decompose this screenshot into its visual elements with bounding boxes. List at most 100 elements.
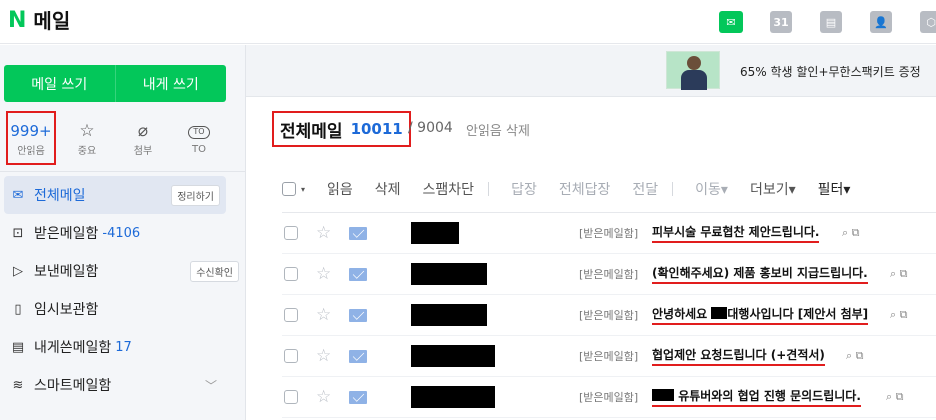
row-tools[interactable]: ⌕ ⧉ bbox=[890, 267, 908, 281]
row-tools[interactable]: ⌕ ⧉ bbox=[890, 308, 908, 322]
organize-button[interactable]: 정리하기 bbox=[171, 184, 220, 206]
ad-person-face bbox=[687, 56, 701, 70]
sidebar-item-all-mail[interactable]: ✉ 전체메일 정리하기 bbox=[4, 176, 226, 214]
calendar-icon: 31 bbox=[770, 11, 792, 33]
row-subject-text: 피부시술 무료협찬 제안드립니다. bbox=[652, 225, 820, 239]
row-checkbox[interactable] bbox=[284, 308, 298, 322]
naver-mail-logo[interactable]: N 메일 bbox=[8, 8, 70, 34]
quick-to[interactable]: TO TO bbox=[174, 111, 224, 165]
sidebar-item-label: 보낸메일함 bbox=[34, 264, 99, 280]
mail-count[interactable]: 10011 bbox=[351, 120, 403, 138]
star-icon[interactable]: ☆ bbox=[316, 387, 334, 407]
star-icon[interactable]: ☆ bbox=[316, 264, 334, 284]
quick-important[interactable]: ☆ 중요 bbox=[62, 111, 112, 165]
select-all-checkbox[interactable] bbox=[282, 182, 296, 196]
unread-count: 999+ bbox=[10, 121, 52, 140]
quick-to-label: TO bbox=[192, 143, 206, 155]
move-dropdown[interactable]: 이동▾ bbox=[695, 179, 728, 199]
envelope-icon[interactable] bbox=[349, 308, 367, 322]
send-icon: ▷ bbox=[13, 263, 23, 279]
memo-app-icon[interactable]: ▤ bbox=[806, 7, 856, 37]
naver-mail-app-icon[interactable]: ✉ bbox=[706, 7, 756, 37]
delete-button[interactable]: 삭제 bbox=[375, 179, 401, 199]
mark-read-button[interactable]: 읽음 bbox=[327, 179, 353, 199]
row-checkbox[interactable] bbox=[284, 226, 298, 240]
table-row[interactable]: ☆ [받은메일함] 유튜버와의 협업 진행 문의드립니다. ⌕ ⧉ bbox=[282, 377, 936, 418]
sidebar-item-label: 내게쓴메일함 bbox=[34, 340, 112, 356]
row-subject-text: (확인해주세요) 제품 홍보비 지급드립니다. bbox=[652, 266, 868, 280]
quick-attachment[interactable]: ⌀ 첨부 bbox=[118, 111, 168, 165]
ad-text: 65% 학생 할인+무한스팩키트 증정 bbox=[740, 65, 921, 79]
row-subject[interactable]: 피부시술 무료협찬 제안드립니다. bbox=[652, 223, 820, 243]
total-count: / 9004 bbox=[408, 120, 453, 136]
naver-logo-icon: N bbox=[8, 8, 27, 33]
sidebar-item-self-mail[interactable]: ▤ 내게쓴메일함 17 bbox=[0, 328, 245, 366]
redacted-block bbox=[711, 307, 728, 319]
folder-nav: ✉ 전체메일 정리하기 ⊡ 받은메일함 -4106 ▷ 보낸메일함 수신확인 ▯… bbox=[0, 176, 245, 404]
sender-redacted bbox=[411, 263, 487, 285]
mybox-app-icon[interactable]: ⬡ bbox=[906, 7, 936, 37]
write-to-self-button[interactable]: 내게 쓰기 bbox=[116, 65, 227, 102]
read-receipt-button[interactable]: 수신확인 bbox=[190, 260, 239, 282]
self-mail-icon: ▤ bbox=[11, 339, 25, 355]
row-subject[interactable]: (확인해주세요) 제품 홍보비 지급드립니다. bbox=[652, 264, 868, 284]
row-subject[interactable]: 안녕하세요 대행사입니다 [제안서 첨부] bbox=[652, 305, 869, 325]
delete-unread-button[interactable]: 안읽음 삭제 bbox=[466, 120, 530, 139]
redacted-block bbox=[652, 389, 674, 401]
row-checkbox[interactable] bbox=[284, 349, 298, 363]
sidebar-item-sent[interactable]: ▷ 보낸메일함 수신확인 bbox=[0, 252, 245, 290]
smart-mail-icon: ≋ bbox=[12, 377, 24, 393]
sender-redacted bbox=[411, 222, 459, 244]
mybox-icon: ⬡ bbox=[920, 11, 936, 33]
page-title: 전체메일 bbox=[280, 121, 343, 142]
filter-dropdown[interactable]: 필터▾ bbox=[818, 179, 851, 199]
sidebar-item-drafts[interactable]: ▯ 임시보관함 bbox=[0, 290, 245, 328]
select-dropdown-caret[interactable]: ▾ bbox=[301, 185, 305, 194]
row-tools[interactable]: ⌕ ⧉ bbox=[846, 349, 864, 363]
row-tools[interactable]: ⌕ ⧉ bbox=[886, 390, 904, 404]
row-folder: [받은메일함] bbox=[579, 227, 639, 240]
star-icon[interactable]: ☆ bbox=[316, 346, 334, 366]
envelope-icon[interactable] bbox=[349, 226, 367, 240]
row-tools[interactable]: ⌕ ⧉ bbox=[842, 226, 860, 240]
table-row[interactable]: ☆ [받은메일함] (확인해주세요) 제품 홍보비 지급드립니다. ⌕ ⧉ bbox=[282, 254, 936, 295]
star-icon[interactable]: ☆ bbox=[316, 223, 334, 243]
sender-redacted bbox=[411, 345, 495, 367]
ad-banner[interactable]: 65% 학생 할인+무한스팩키트 증정 bbox=[246, 45, 936, 97]
chevron-down-icon[interactable]: ﹀ bbox=[205, 377, 217, 394]
more-dropdown[interactable]: 더보기▾ bbox=[750, 179, 796, 199]
sidebar-item-smart-mail[interactable]: ≋ 스마트메일함 ﹀ bbox=[0, 366, 245, 404]
quick-important-label: 중요 bbox=[77, 145, 97, 157]
table-row[interactable]: ☆ [받은메일함] 피부시술 무료협찬 제안드립니다. ⌕ ⧉ bbox=[282, 213, 936, 254]
table-row[interactable]: ☆ [받은메일함] 협업제안 요청드립니다 (+견적서) ⌕ ⧉ bbox=[282, 336, 936, 377]
row-subject[interactable]: 협업제안 요청드립니다 (+견적서) bbox=[652, 346, 825, 366]
reply-all-button[interactable]: 전체답장 bbox=[559, 179, 611, 199]
sidebar-item-inbox[interactable]: ⊡ 받은메일함 -4106 bbox=[0, 214, 245, 252]
row-subject-prefix: 안녕하세요 bbox=[652, 307, 708, 321]
calendar-app-icon[interactable]: 31 bbox=[756, 7, 806, 37]
envelope-icon[interactable] bbox=[349, 349, 367, 363]
row-checkbox[interactable] bbox=[284, 390, 298, 404]
sidebar: 메일 쓰기 내게 쓰기 999+ 안읽음 ☆ 중요 ⌀ 첨부 TO TO ✉ 전… bbox=[0, 45, 246, 420]
compose-buttons: 메일 쓰기 내게 쓰기 bbox=[4, 65, 226, 102]
row-folder: [받은메일함] bbox=[579, 391, 639, 404]
spam-block-button[interactable]: 스팸차단 bbox=[423, 179, 475, 199]
table-row[interactable]: ☆ [받은메일함] 안녕하세요 대행사입니다 [제안서 첨부] ⌕ ⧉ bbox=[282, 295, 936, 336]
sidebar-item-label: 받은메일함 bbox=[34, 226, 99, 242]
to-icon: TO bbox=[188, 125, 210, 139]
inbox-icon: ⊡ bbox=[12, 225, 24, 241]
reply-button[interactable]: 답장 bbox=[511, 179, 537, 199]
write-mail-button[interactable]: 메일 쓰기 bbox=[4, 65, 115, 102]
mail-icon: ✉ bbox=[719, 11, 743, 33]
paperclip-icon: ⌀ bbox=[137, 120, 149, 141]
sidebar-item-label: 전체메일 bbox=[34, 188, 86, 204]
row-checkbox[interactable] bbox=[284, 267, 298, 281]
envelope-icon[interactable] bbox=[349, 390, 367, 404]
contacts-app-icon[interactable]: 👤 bbox=[856, 7, 906, 37]
envelope-icon[interactable] bbox=[349, 267, 367, 281]
star-icon[interactable]: ☆ bbox=[316, 305, 334, 325]
forward-button[interactable]: 전달 bbox=[632, 179, 658, 199]
quick-unread[interactable]: 999+ 안읽음 bbox=[6, 111, 56, 165]
row-subject[interactable]: 유튜버와의 협업 진행 문의드립니다. bbox=[652, 387, 861, 407]
row-folder: [받은메일함] bbox=[579, 309, 639, 322]
